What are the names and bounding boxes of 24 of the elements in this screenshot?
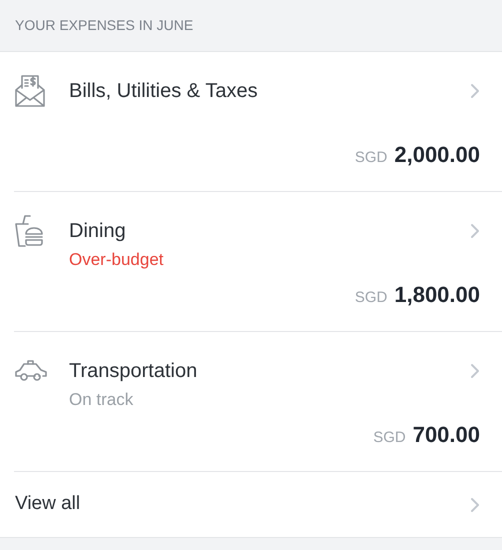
budget-status: Over-budget — [69, 249, 164, 271]
chevron-right-icon — [470, 363, 480, 379]
budget-status: On track — [69, 389, 134, 411]
category-name: Dining — [69, 219, 127, 244]
drink-burger-icon — [14, 214, 46, 248]
category-name: Transportation — [69, 359, 198, 384]
currency-label: SGD — [354, 288, 388, 308]
chevron-right-icon — [470, 496, 480, 512]
expense-item[interactable]: Dining Over-budget SGD 1,800.00 — [14, 192, 502, 332]
expense-item[interactable]: Transportation On track SGD 700.00 — [14, 332, 502, 472]
envelope-bill-icon — [14, 74, 46, 108]
chevron-right-icon — [470, 83, 480, 99]
chevron-right-icon — [470, 223, 480, 239]
amount: 700.00 — [412, 421, 480, 449]
car-icon — [14, 360, 48, 382]
currency-label: SGD — [373, 428, 406, 448]
category-name: Bills, Utilities & Taxes — [69, 79, 259, 104]
amount: 2,000.00 — [394, 141, 480, 169]
section-title: YOUR EXPENSES IN JUNE — [15, 16, 194, 35]
view-all-label: View all — [15, 492, 82, 516]
view-all-row[interactable]: View all — [0, 472, 502, 538]
currency-label: SGD — [354, 148, 388, 168]
amount: 1,800.00 — [394, 281, 480, 309]
expense-item[interactable]: Bills, Utilities & Taxes SGD 2,000.00 — [14, 52, 502, 192]
